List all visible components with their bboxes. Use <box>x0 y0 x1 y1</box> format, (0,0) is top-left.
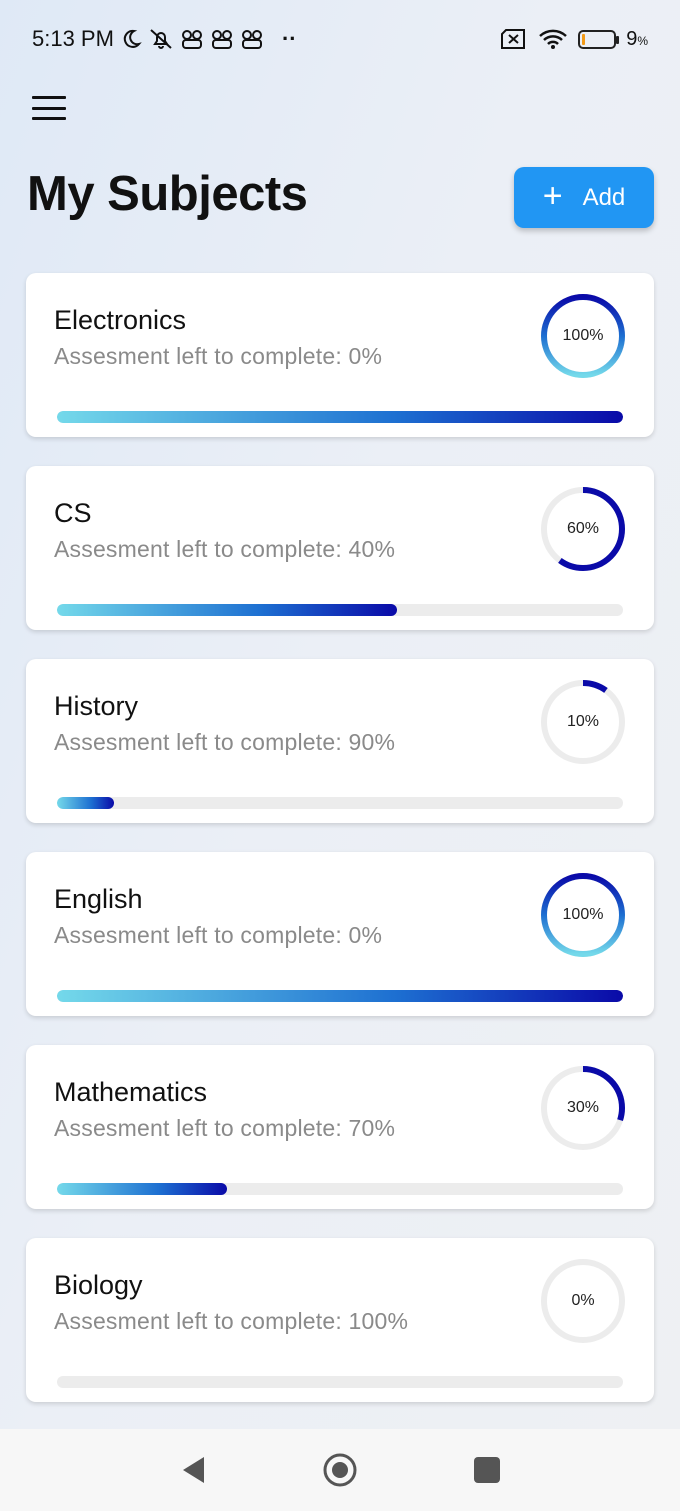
progress-ring-label: 100% <box>562 906 604 923</box>
subject-remaining-text: Assesment left to complete: 90% <box>54 729 396 755</box>
subject-remaining-text: Assesment left to complete: 0% <box>54 922 383 948</box>
wifi-icon <box>538 28 568 50</box>
progress-ring: 60% <box>538 484 628 574</box>
app-notification-icon <box>210 28 234 50</box>
status-time: 5:13 PM <box>32 26 114 51</box>
subject-name: Electronics <box>54 305 187 335</box>
progress-ring: 100% <box>538 291 628 381</box>
subject-card[interactable]: CS Assesment left to complete: 40% 60% <box>26 466 654 630</box>
subject-card[interactable]: History Assesment left to complete: 90% … <box>26 659 654 823</box>
back-icon[interactable] <box>171 1448 215 1492</box>
progress-ring: 0% <box>538 1256 628 1346</box>
progress-bar <box>57 604 623 616</box>
subject-card[interactable]: English Assesment left to complete: 0% 1… <box>26 852 654 1016</box>
subject-remaining-text: Assesment left to complete: 0% <box>54 343 383 369</box>
silent-icon <box>148 27 174 51</box>
hamburger-menu-icon[interactable] <box>32 94 66 122</box>
subject-remaining-text: Assesment left to complete: 70% <box>54 1115 396 1141</box>
battery-level: 9% <box>626 27 648 50</box>
moon-icon <box>120 28 142 50</box>
progress-bar <box>57 797 623 809</box>
progress-ring-label: 10% <box>566 713 600 730</box>
progress-ring-label: 60% <box>566 520 600 537</box>
subject-card[interactable]: Electronics Assesment left to complete: … <box>26 273 654 437</box>
page-title: My Subjects <box>27 167 308 221</box>
progress-ring-label: 0% <box>571 1292 595 1309</box>
progress-bar <box>57 990 623 1002</box>
progress-bar-fill <box>57 411 623 423</box>
app-notification-icon <box>180 28 204 50</box>
progress-bar-fill <box>57 990 623 1002</box>
no-sim-icon <box>500 28 528 50</box>
progress-bar <box>57 1183 623 1195</box>
app-notification-icon <box>240 28 264 50</box>
subject-card[interactable]: Mathematics Assesment left to complete: … <box>26 1045 654 1209</box>
subject-list: Electronics Assesment left to complete: … <box>26 273 654 1431</box>
progress-ring: 100% <box>538 870 628 960</box>
progress-bar <box>57 411 623 423</box>
subject-name: Mathematics <box>54 1077 208 1107</box>
progress-ring-label: 30% <box>566 1099 600 1116</box>
subject-name: History <box>54 691 139 721</box>
status-left: 5:13 PM ·· <box>32 26 297 52</box>
add-subject-button[interactable]: + Add <box>514 167 654 228</box>
progress-ring: 30% <box>538 1063 628 1153</box>
progress-bar-fill <box>57 1183 227 1195</box>
status-right: 9% <box>500 28 648 51</box>
battery-icon <box>578 29 620 49</box>
status-bar: 5:13 PM ·· 9% <box>0 0 680 78</box>
progress-bar-fill <box>57 797 114 809</box>
progress-ring: 10% <box>538 677 628 767</box>
subject-name: Biology <box>54 1270 143 1300</box>
add-button-label: Add <box>582 183 626 211</box>
progress-bar <box>57 1376 623 1388</box>
system-nav-bar <box>0 1429 680 1511</box>
plus-icon: + <box>542 177 563 215</box>
more-dots: ·· <box>281 26 297 51</box>
progress-bar-fill <box>57 604 397 616</box>
progress-ring-label: 100% <box>562 327 604 344</box>
recents-icon[interactable] <box>465 1448 509 1492</box>
subject-remaining-text: Assesment left to complete: 40% <box>54 536 396 562</box>
subject-name: CS <box>54 498 92 528</box>
subject-remaining-text: Assesment left to complete: 100% <box>54 1308 409 1334</box>
subject-name: English <box>54 884 143 914</box>
home-icon[interactable] <box>318 1448 362 1492</box>
subject-card[interactable]: Biology Assesment left to complete: 100%… <box>26 1238 654 1402</box>
